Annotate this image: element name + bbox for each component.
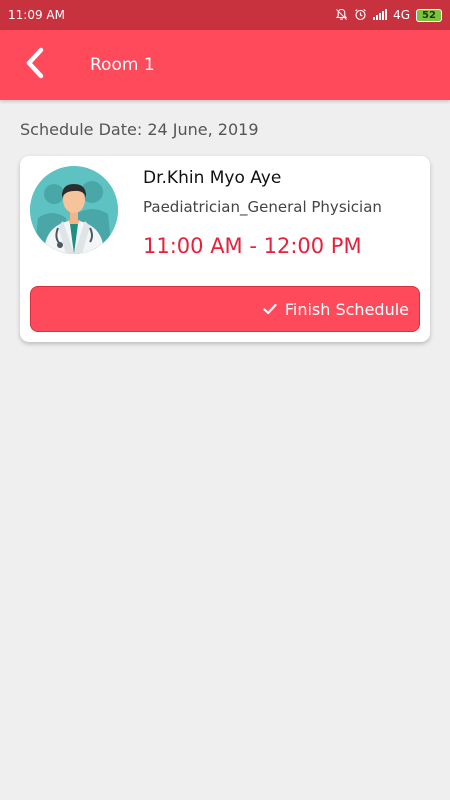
status-icons: 4G 52 (335, 8, 442, 23)
mute-bell-icon (335, 8, 348, 23)
schedule-time-range: 11:00 AM - 12:00 PM (143, 234, 362, 258)
doctor-schedule-card: Dr.Khin Myo Aye Paediatrician_General Ph… (20, 156, 430, 342)
alarm-icon (354, 8, 367, 23)
status-bar: 11:09 AM 4G 52 (0, 0, 450, 30)
finish-schedule-button[interactable]: Finish Schedule (30, 286, 420, 332)
page-title: Room 1 (90, 55, 155, 75)
back-button[interactable] (0, 30, 70, 100)
battery-icon: 52 (416, 8, 442, 22)
doctor-specialty: Paediatrician_General Physician (143, 198, 382, 216)
network-4g-icon: 4G (393, 8, 410, 22)
signal-icon (373, 8, 388, 22)
schedule-date: Schedule Date: 24 June, 2019 (20, 120, 259, 139)
finish-schedule-label: Finish Schedule (284, 299, 409, 319)
check-icon (263, 303, 277, 315)
doctor-avatar-icon (30, 166, 118, 254)
doctor-name: Dr.Khin Myo Aye (143, 168, 282, 188)
chevron-left-icon (24, 47, 46, 83)
app-bar: Room 1 (0, 30, 450, 100)
status-time: 11:09 AM (8, 8, 65, 22)
